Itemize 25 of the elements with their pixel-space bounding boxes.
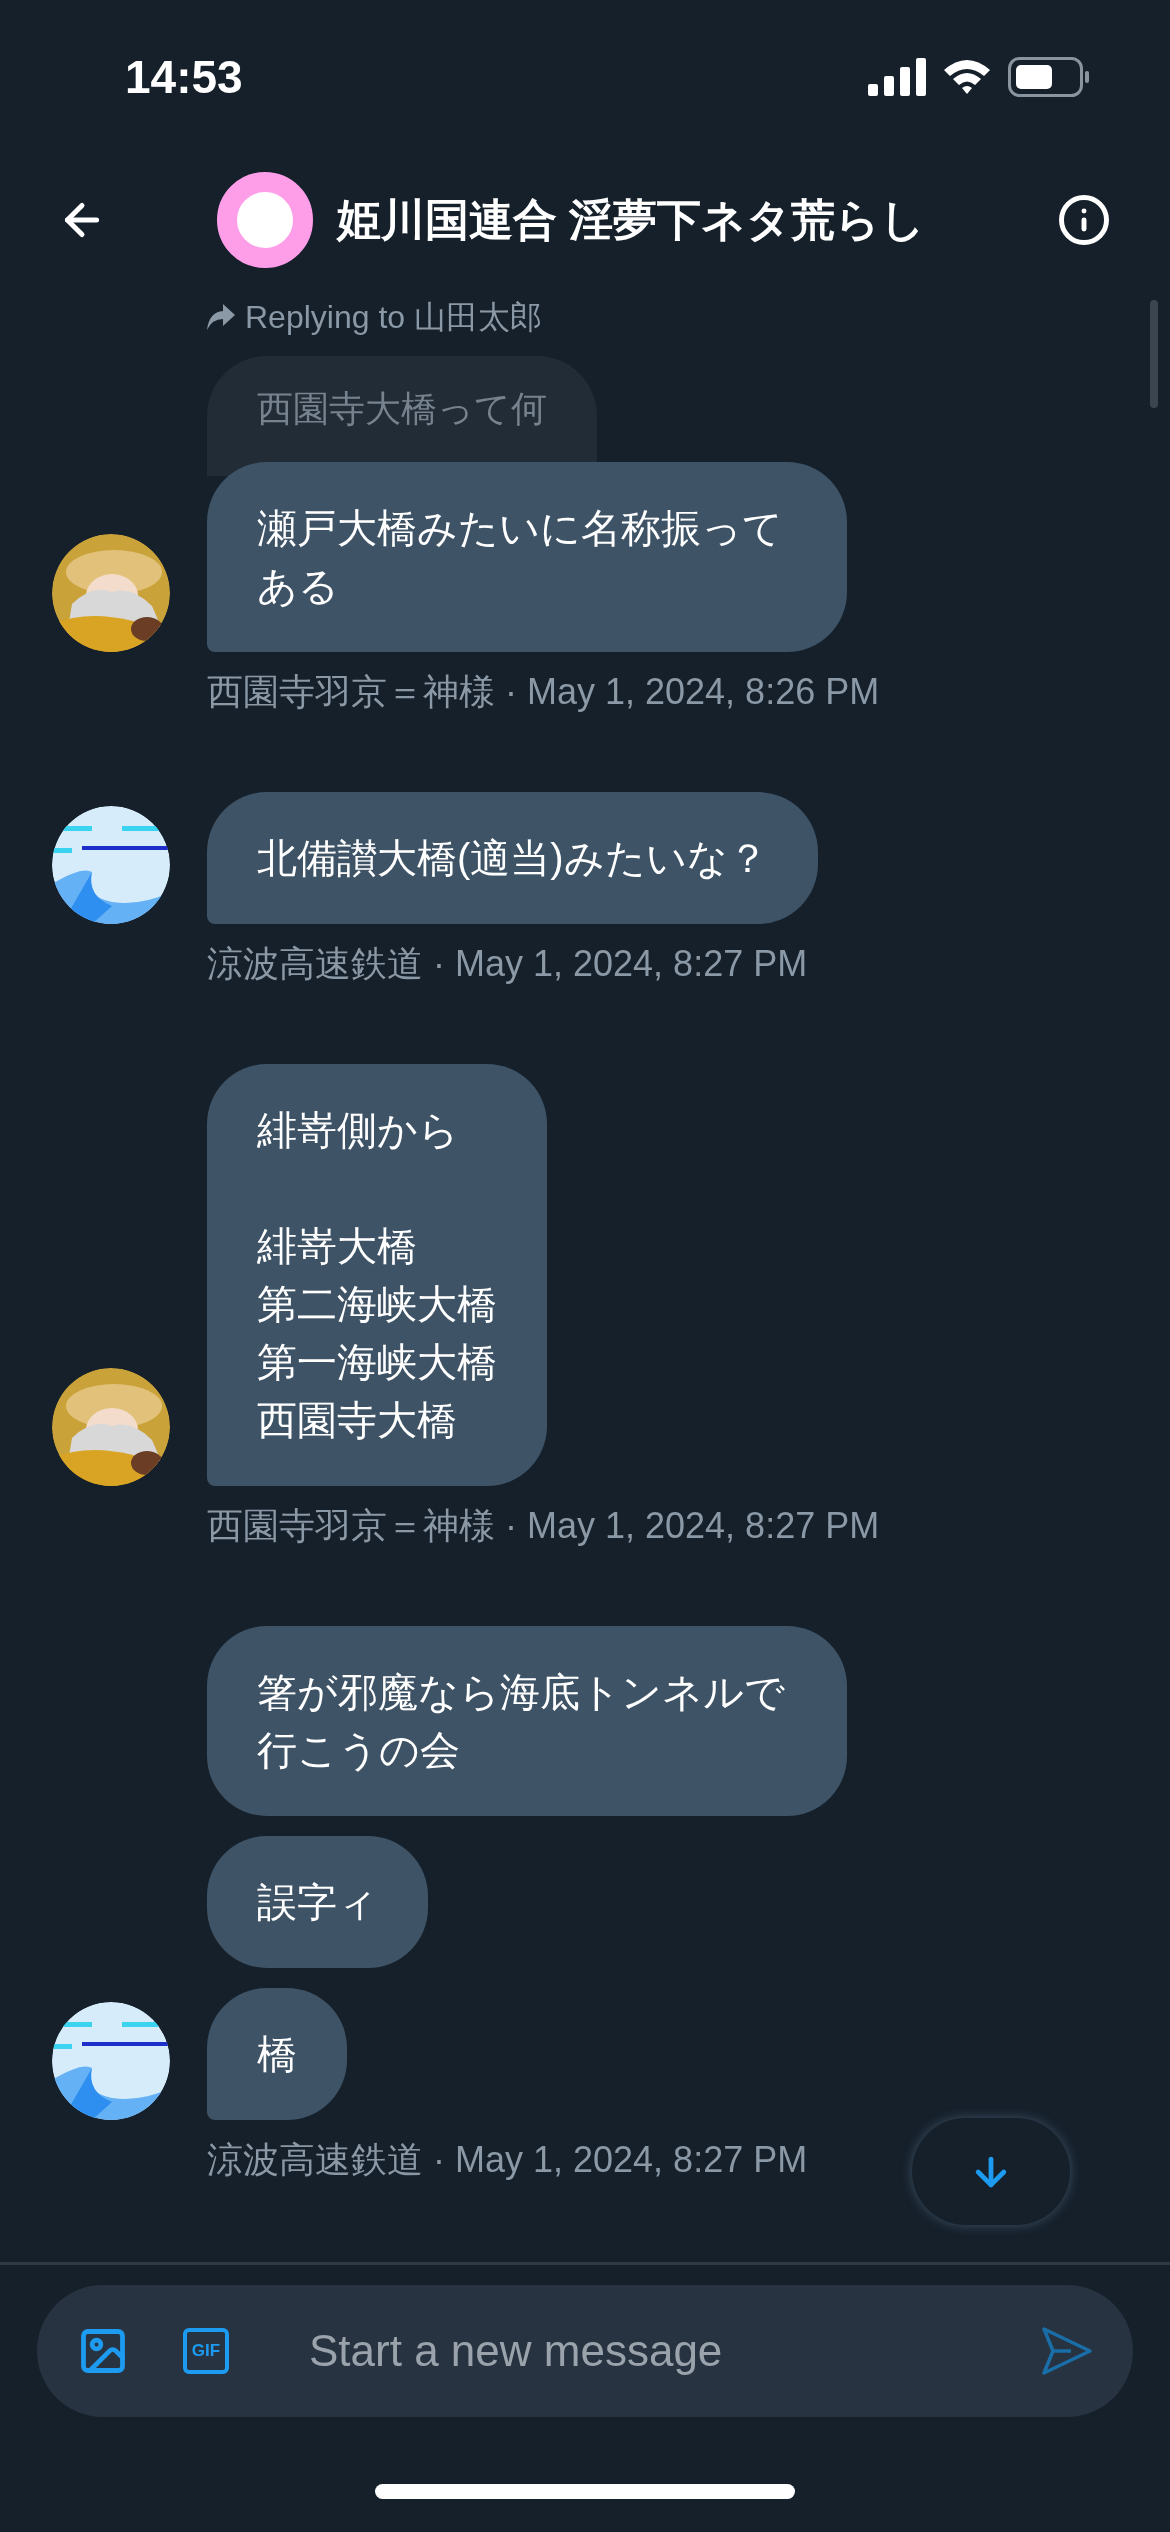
message-text: 緋嵜側から	[257, 1107, 460, 1154]
signal-icon	[868, 58, 926, 96]
message-meta: 涼波高速鉄道 · May 1, 2024, 8:27 PM	[207, 2138, 808, 2182]
status-time: 14:53	[125, 49, 243, 105]
message-text: 第一海峡大橋	[257, 1339, 497, 1386]
message-text: 緋嵜大橋	[257, 1223, 418, 1270]
reply-arrow-icon	[207, 304, 235, 330]
message-meta: 西園寺羽京＝神様 · May 1, 2024, 8:26 PM	[207, 670, 880, 714]
message-text: 箸が邪魔なら海底トンネルで行こうの会	[257, 1669, 786, 1774]
message-meta: 涼波高速鉄道 · May 1, 2024, 8:27 PM	[207, 942, 808, 986]
message-text: 誤字ィ	[257, 1879, 378, 1926]
message-text: 瀬戸大橋みたいに名称振ってある	[257, 505, 784, 610]
replying-to-label: Replying to 山田太郎	[245, 298, 542, 337]
message-text: 橋	[257, 2031, 297, 2078]
message-text: 第二海峡大橋	[257, 1281, 497, 1328]
message-text: 北備讃大橋(適当)みたいな？	[257, 835, 768, 882]
conversation-title: 姫川国連合 淫夢下ネタ荒らし	[337, 194, 927, 246]
gif-button[interactable]: GIF	[183, 2328, 229, 2374]
battery-icon	[1008, 57, 1090, 97]
message-input[interactable]: Start a new message	[309, 2318, 1041, 2384]
message-composer[interactable]: GIF Start a new message	[37, 2285, 1133, 2417]
message-meta: 西園寺羽京＝神様 · May 1, 2024, 8:27 PM	[207, 1504, 880, 1548]
wifi-icon	[942, 58, 992, 96]
message-text: 西園寺大橋	[257, 1397, 458, 1444]
info-icon[interactable]	[1057, 193, 1111, 247]
